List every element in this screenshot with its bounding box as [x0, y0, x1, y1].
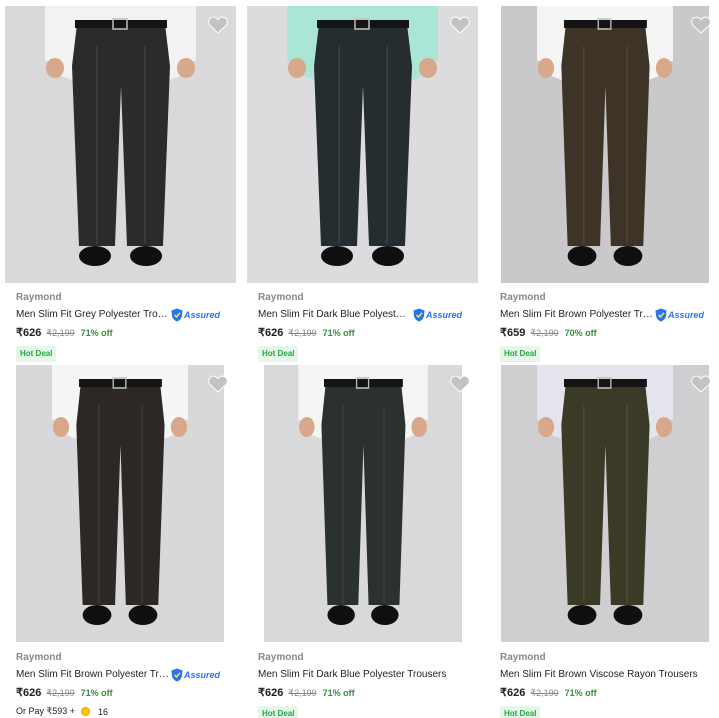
coin-count: 16 — [98, 706, 109, 717]
or-pay-text: Or Pay ₹593 + — [16, 706, 76, 716]
brand-name: Raymond — [500, 652, 546, 663]
discount-percent: 71% off — [322, 688, 355, 698]
product-image[interactable] — [5, 6, 236, 283]
wishlist-heart-icon[interactable] — [208, 16, 228, 34]
hot-deal-badge: Hot Deal — [258, 706, 299, 718]
product-image[interactable] — [16, 365, 224, 642]
hot-deal-badge: Hot Deal — [500, 346, 541, 362]
supercoin-icon — [81, 707, 91, 716]
original-price: ₹2,199 — [46, 328, 75, 338]
brand-name: Raymond — [16, 292, 62, 303]
product-image[interactable] — [501, 365, 709, 642]
product-image[interactable] — [247, 6, 478, 283]
brand-name: Raymond — [258, 292, 304, 303]
wishlist-heart-icon[interactable] — [208, 375, 228, 393]
trousers-photo — [5, 6, 236, 283]
selling-price: ₹626 — [16, 327, 42, 339]
wishlist-heart-icon[interactable] — [691, 375, 711, 393]
selling-price: ₹659 — [500, 327, 526, 339]
selling-price: ₹626 — [500, 687, 526, 699]
assured-shield-icon — [171, 308, 183, 321]
original-price: ₹2,199 — [288, 688, 317, 698]
trousers-photo — [16, 365, 224, 642]
selling-price: ₹626 — [258, 687, 284, 699]
wishlist-heart-icon[interactable] — [450, 375, 470, 393]
product-title[interactable]: Men Slim Fit Brown Viscose Rayon Trouser… — [500, 668, 698, 681]
hot-deal-badge: Hot Deal — [258, 346, 299, 362]
product-title[interactable]: Men Slim Fit Dark Blue Polyester Trouser… — [258, 308, 411, 321]
discount-percent: 71% off — [80, 688, 113, 698]
discount-percent: 71% off — [80, 328, 113, 338]
brand-name: Raymond — [258, 652, 304, 663]
product-image[interactable] — [264, 365, 462, 642]
assured-label: Assured — [426, 309, 463, 320]
assured-badge: Assured — [171, 308, 220, 322]
discount-percent: 71% off — [322, 328, 355, 338]
assured-label: Assured — [668, 309, 705, 320]
assured-shield-icon — [413, 308, 425, 321]
supercoin-offer: Or Pay ₹593 + 16 — [16, 706, 248, 717]
product-image[interactable] — [501, 6, 709, 283]
wishlist-heart-icon[interactable] — [450, 16, 470, 34]
brand-name: Raymond — [500, 292, 546, 303]
original-price: ₹2,199 — [46, 688, 75, 698]
trousers-photo — [501, 6, 709, 283]
assured-badge: Assured — [413, 308, 462, 322]
wishlist-heart-icon[interactable] — [691, 16, 711, 34]
trousers-photo — [501, 365, 709, 642]
assured-badge: Assured — [655, 308, 704, 322]
assured-label: Assured — [184, 309, 221, 320]
product-title[interactable]: Men Slim Fit Grey Polyester Trousers — [16, 308, 169, 321]
original-price: ₹2,199 — [288, 328, 317, 338]
selling-price: ₹626 — [258, 327, 284, 339]
product-title[interactable]: Men Slim Fit Brown Polyester Trousers — [500, 308, 653, 321]
assured-label: Assured — [184, 669, 221, 680]
assured-badge: Assured — [171, 668, 220, 682]
selling-price: ₹626 — [16, 687, 42, 699]
discount-percent: 71% off — [564, 688, 597, 698]
product-title[interactable]: Men Slim Fit Dark Blue Polyester Trouser… — [258, 668, 446, 681]
discount-percent: 70% off — [564, 328, 597, 338]
hot-deal-badge: Hot Deal — [16, 346, 57, 362]
brand-name: Raymond — [16, 652, 62, 663]
hot-deal-badge: Hot Deal — [500, 706, 541, 718]
trousers-photo — [264, 365, 462, 642]
original-price: ₹2,199 — [530, 328, 559, 338]
assured-shield-icon — [171, 668, 183, 681]
original-price: ₹2,199 — [530, 688, 559, 698]
product-title[interactable]: Men Slim Fit Brown Polyester Trousers — [16, 668, 169, 681]
trousers-photo — [247, 6, 478, 283]
assured-shield-icon — [655, 308, 667, 321]
